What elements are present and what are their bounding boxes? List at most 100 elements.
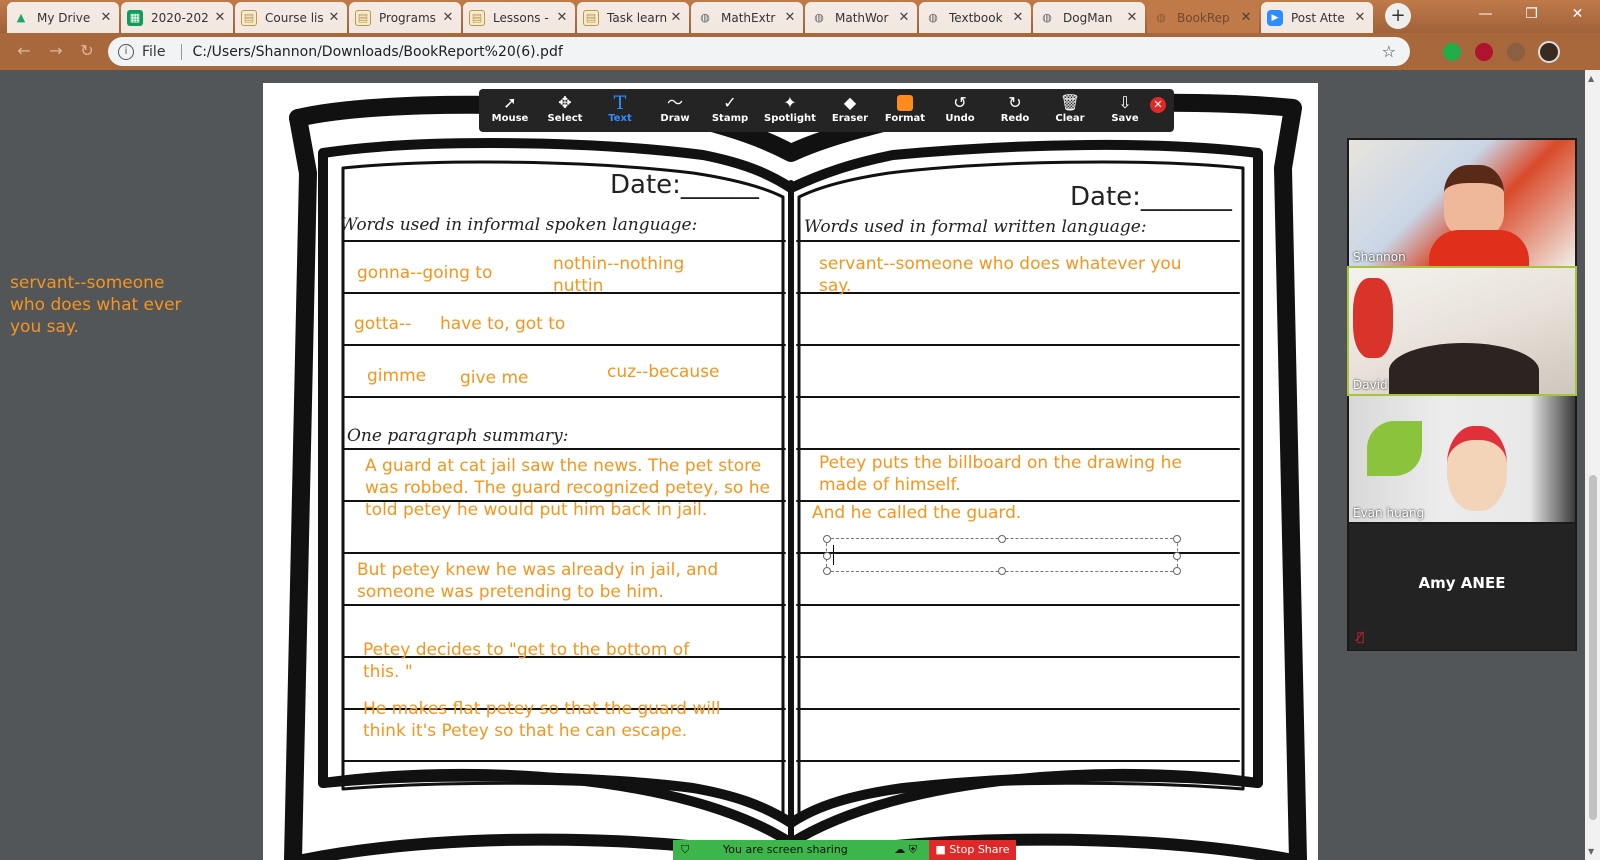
globe-icon: ◍ (814, 11, 824, 24)
text-annotation[interactable]: nothin--nothing nuttin (553, 253, 723, 297)
squiggle-icon: 〜 (666, 93, 683, 112)
resize-handle[interactable] (823, 552, 831, 560)
close-icon[interactable]: ✕ (897, 10, 911, 25)
text-annotation[interactable]: gonna--going to (357, 262, 492, 284)
forward-icon[interactable]: → (46, 41, 66, 61)
close-icon[interactable]: ✕ (441, 10, 455, 25)
text-annotation[interactable]: And he called the guard. (812, 502, 1021, 524)
text-annotation[interactable]: A guard at cat jail saw the news. The pe… (365, 455, 783, 521)
text-annotation[interactable]: servant--someone who does whatever you s… (819, 253, 1219, 297)
close-annotation-icon[interactable]: ✕ (1150, 97, 1166, 113)
text-annotation[interactable]: give me (460, 367, 528, 389)
tab-mathwor[interactable]: ◍ MathWor ✕ (805, 2, 917, 33)
doc-icon: ▤ (355, 9, 371, 26)
close-icon[interactable]: ✕ (669, 10, 683, 25)
tool-save[interactable]: ⇩ Save (1100, 93, 1150, 124)
puzzle-icon[interactable] (1507, 43, 1525, 61)
video-tile-david[interactable]: David (1347, 266, 1577, 396)
close-icon[interactable]: ✕ (1239, 10, 1253, 25)
resize-handle[interactable] (823, 535, 831, 543)
stop-share-label: Stop Share (949, 843, 1010, 856)
extension-icon[interactable] (1443, 43, 1461, 61)
text-annotation[interactable]: But petey knew he was already in jail, a… (357, 559, 757, 603)
resize-handle[interactable] (998, 567, 1006, 575)
close-icon[interactable]: ✕ (99, 10, 113, 25)
scrollbar-thumb[interactable] (1589, 475, 1597, 820)
tool-text[interactable]: T Text (595, 93, 645, 124)
close-icon[interactable]: ✕ (555, 10, 569, 25)
tab-title: Post Atte (1291, 10, 1345, 25)
tab-programs[interactable]: ▤ Programs ✕ (349, 2, 461, 33)
text-annotation[interactable]: He makes flat petey so that the guard wi… (363, 698, 763, 742)
close-icon[interactable]: ✕ (1125, 10, 1139, 25)
stop-share-button[interactable]: ■ Stop Share (929, 840, 1016, 860)
restore-icon[interactable]: ❐ (1509, 0, 1554, 30)
tool-label: Clear (1055, 113, 1085, 124)
tab-bookreport-active[interactable]: ◍ BookRep ✕ (1147, 2, 1259, 33)
video-tile-amy[interactable]: Amy ANEE 🎙̸ (1349, 524, 1575, 650)
tab-title: MathWor (835, 10, 889, 25)
back-icon[interactable]: ← (14, 41, 34, 61)
resize-handle[interactable] (998, 535, 1006, 543)
tab-course-list[interactable]: ▤ Course lis ✕ (235, 2, 347, 33)
video-tile-shannon[interactable]: Shannon (1349, 140, 1575, 266)
tool-label: Draw (660, 113, 690, 124)
address-url[interactable]: C:/Users/Shannon/Downloads/BookReport%20… (192, 44, 562, 60)
tab-task-learn[interactable]: ▤ Task learn ✕ (577, 2, 689, 33)
text-icon: T (613, 92, 627, 114)
tool-draw[interactable]: 〜 Draw (650, 93, 700, 124)
window-close-icon[interactable]: ✕ (1555, 0, 1600, 30)
undo-icon: ↺ (953, 93, 967, 112)
globe-icon: ◍ (928, 11, 938, 24)
minimize-icon[interactable]: — (1463, 0, 1508, 30)
tool-format[interactable]: Format (880, 93, 930, 124)
video-tile-evan[interactable]: Evan huang (1349, 396, 1575, 522)
new-tab-button[interactable]: + (1385, 3, 1411, 29)
tab-dogman[interactable]: ◍ DogMan ✕ (1033, 2, 1145, 33)
text-caret (833, 545, 834, 565)
scroll-up-icon[interactable]: ▲ (1588, 74, 1594, 83)
reload-icon[interactable]: ↻ (77, 41, 97, 61)
bookmark-star-icon[interactable]: ☆ (1382, 42, 1396, 61)
text-annotation[interactable]: Petey decides to "get to the bottom of t… (363, 639, 693, 683)
text-annotation[interactable]: gotta-- (354, 313, 411, 335)
close-icon[interactable]: ✕ (783, 10, 797, 25)
tab-lessons[interactable]: ▤ Lessons - ✕ (463, 2, 575, 33)
text-annotation[interactable]: gimme (367, 365, 426, 387)
tab-post-attendance[interactable]: ▶ Post Atte ✕ (1261, 2, 1373, 33)
tool-select[interactable]: ✥ Select (540, 93, 590, 124)
page-scrollbar[interactable]: ▲ ▼ (1585, 70, 1600, 860)
tab-mathextr[interactable]: ◍ MathExtr ✕ (691, 2, 803, 33)
resize-handle[interactable] (1173, 535, 1181, 543)
share-status[interactable]: ⛉ You are screen sharing ☁ ⛨ (673, 840, 929, 860)
text-annotation[interactable]: Petey puts the billboard on the drawing … (819, 452, 1219, 496)
stop-icon: ■ (935, 843, 950, 856)
info-icon[interactable]: i (118, 43, 134, 60)
resize-handle[interactable] (1173, 552, 1181, 560)
close-icon[interactable]: ✕ (1353, 10, 1367, 25)
tab-textbook[interactable]: ◍ Textbook ✕ (919, 2, 1031, 33)
close-icon[interactable]: ✕ (213, 10, 227, 25)
resize-handle[interactable] (823, 567, 831, 575)
text-annotation[interactable]: have to, got to (440, 313, 565, 335)
color-swatch-icon (880, 93, 930, 113)
ublock-icon[interactable] (1475, 43, 1493, 61)
tool-mouse[interactable]: ➚ Mouse (485, 93, 535, 124)
active-text-box[interactable] (823, 535, 1181, 575)
tab-title: DogMan (1063, 10, 1113, 25)
text-annotation[interactable]: cuz--because (607, 361, 719, 383)
tool-clear[interactable]: 🗑 Clear (1045, 93, 1095, 124)
tool-eraser[interactable]: ◆ Eraser (825, 93, 875, 124)
profile-avatar[interactable] (1538, 41, 1560, 63)
tab-sheets[interactable]: ▦ 2020-202 ✕ (121, 2, 233, 33)
address-bar[interactable]: i File C:/Users/Shannon/Downloads/BookRe… (108, 37, 1410, 66)
close-icon[interactable]: ✕ (1011, 10, 1025, 25)
tab-my-drive[interactable]: ▲ My Drive ✕ (7, 2, 119, 33)
scroll-down-icon[interactable]: ▼ (1588, 847, 1594, 856)
tool-stamp[interactable]: ✓ Stamp (705, 93, 755, 124)
tool-redo[interactable]: ↻ Redo (990, 93, 1040, 124)
resize-handle[interactable] (1173, 567, 1181, 575)
tool-spotlight[interactable]: ✦ Spotlight (760, 93, 820, 124)
close-icon[interactable]: ✕ (327, 10, 341, 25)
tool-undo[interactable]: ↺ Undo (935, 93, 985, 124)
